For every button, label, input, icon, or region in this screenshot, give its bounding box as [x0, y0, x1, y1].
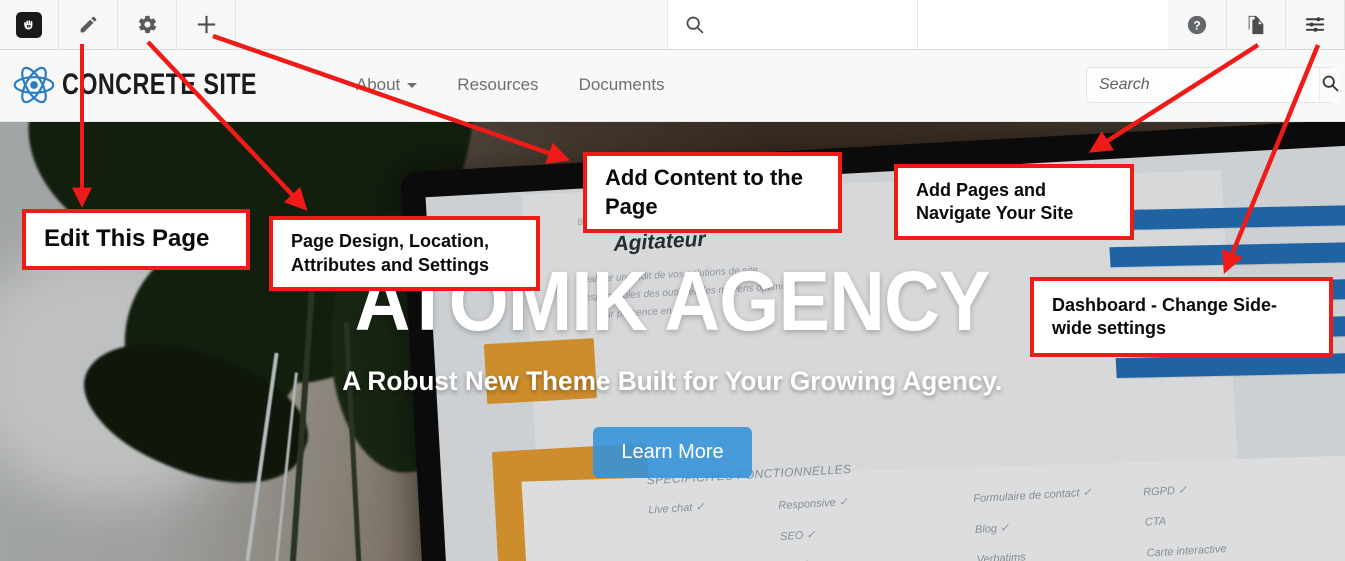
concrete5-hand-icon	[16, 11, 42, 38]
search-icon	[684, 14, 705, 35]
toolbar-dashboard-button[interactable]	[1286, 0, 1345, 49]
nav-item-resources-label: Resources	[457, 75, 539, 94]
site-brand[interactable]: CONCRETE SITE	[12, 63, 312, 107]
atom-orbit-icon	[12, 63, 56, 107]
site-header: CONCRETE SITE About Resources Documents	[0, 49, 1345, 122]
toolbar-edit-page-button[interactable]	[59, 0, 118, 49]
pencil-icon	[78, 14, 99, 35]
toolbar-sitemap-button[interactable]	[1227, 0, 1286, 49]
nav-item-documents[interactable]: Documents	[579, 75, 665, 95]
chevron-down-icon	[407, 82, 418, 88]
annotation-text: Add Content to the Page	[605, 165, 803, 219]
sliders-icon	[1304, 13, 1327, 36]
nav-item-about-label: About	[355, 75, 401, 94]
main-navigation: About Resources Documents	[356, 75, 705, 95]
annotation-dashboard: Dashboard - Change Side-wide settings	[1030, 277, 1333, 357]
learn-more-button[interactable]: Learn More	[593, 426, 752, 478]
toolbar-page-settings-button[interactable]	[118, 0, 177, 49]
nav-item-documents-label: Documents	[578, 75, 665, 94]
annotation-page-design: Page Design, Location, Attributes and Se…	[269, 216, 540, 291]
toolbar-help-button[interactable]: ?	[1168, 0, 1227, 49]
search-input[interactable]	[1087, 68, 1319, 102]
annotation-text: Dashboard - Change Side-wide settings	[1052, 294, 1278, 338]
pages-copy-icon	[1245, 14, 1267, 36]
annotation-add-content: Add Content to the Page	[583, 152, 842, 233]
annotation-text: Page Design, Location, Attributes and Se…	[291, 231, 490, 275]
annotation-edit-this-page: Edit This Page	[22, 209, 250, 270]
annotation-text: Edit This Page	[44, 225, 210, 253]
toolbar-add-content-button[interactable]	[177, 0, 236, 49]
site-brand-name: CONCRETE SITE	[62, 68, 257, 101]
nav-item-resources[interactable]: Resources	[457, 75, 538, 95]
toolbar-spacer	[236, 0, 668, 49]
header-search	[1086, 67, 1340, 103]
toolbar-search-field-area[interactable]	[918, 0, 1168, 49]
search-submit-button[interactable]	[1319, 68, 1340, 102]
hero-subtitle: A Robust New Theme Built for Your Growin…	[342, 365, 1003, 396]
cms-toolbar: ?	[0, 0, 1345, 50]
plus-icon	[195, 13, 218, 36]
toolbar-search-input[interactable]	[668, 0, 918, 49]
gear-icon	[137, 14, 158, 35]
svg-text:?: ?	[1193, 18, 1200, 32]
nav-item-about[interactable]: About	[355, 75, 418, 95]
help-circle-icon: ?	[1186, 14, 1208, 36]
concrete5-logo-button[interactable]	[0, 0, 59, 49]
search-icon	[1320, 73, 1340, 98]
screenshot-root: ? CONCRETE SITE About Resources Document…	[0, 0, 1345, 561]
annotation-add-pages: Add Pages and Navigate Your Site	[894, 164, 1134, 240]
annotation-text: Add Pages and Navigate Your Site	[916, 179, 1074, 223]
